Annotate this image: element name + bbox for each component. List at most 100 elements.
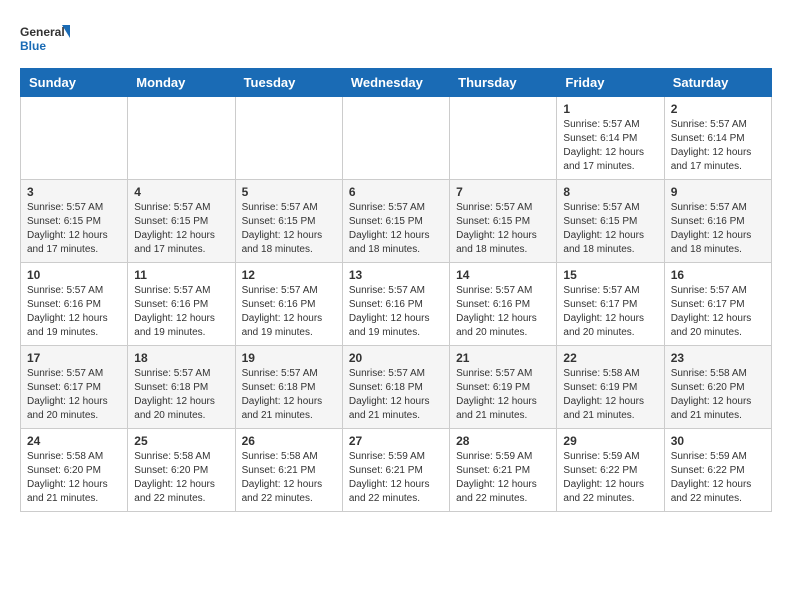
calendar-cell: 17 Sunrise: 5:57 AM Sunset: 6:17 PM Dayli… [21, 346, 128, 429]
calendar-cell: 29Sunrise: 5:59 AM Sunset: 6:22 PM Dayli… [557, 429, 664, 512]
day-number: 9 [671, 185, 765, 199]
day-info: Sunrise: 5:57 AM Sunset: 6:15 PM Dayligh… [563, 201, 657, 257]
day-info: Sunrise: 5:57 AM Sunset: 6:15 PM Dayligh… [134, 201, 228, 257]
calendar-cell: 23 Sunrise: 5:58 AM Sunset: 6:20 PM Dayli… [664, 346, 771, 429]
calendar-cell: 10Sunrise: 5:57 AM Sunset: 6:16 PM Dayli… [21, 263, 128, 346]
day-info: Sunrise: 5:57 AM Sunset: 6:18 PM Dayligh… [242, 367, 336, 423]
day-info: Sunrise: 5:58 AM Sunset: 6:21 PM Dayligh… [242, 450, 336, 506]
day-number: 16 [671, 268, 765, 282]
calendar-cell: 18 Sunrise: 5:57 AM Sunset: 6:18 PM Dayli… [128, 346, 235, 429]
calendar-cell: 8 Sunrise: 5:57 AM Sunset: 6:15 PM Daylig… [557, 180, 664, 263]
day-number: 2 [671, 102, 765, 116]
day-info: Sunrise: 5:57 AM Sunset: 6:14 PM Dayligh… [671, 118, 765, 174]
col-header-thursday: Thursday [450, 69, 557, 97]
day-number: 29 [563, 434, 657, 448]
calendar-cell: 20 Sunrise: 5:57 AM Sunset: 6:18 PM Dayli… [342, 346, 449, 429]
calendar-cell [342, 97, 449, 180]
day-number: 19 [242, 351, 336, 365]
day-number: 23 [671, 351, 765, 365]
col-header-wednesday: Wednesday [342, 69, 449, 97]
day-number: 14 [456, 268, 550, 282]
day-info: Sunrise: 5:57 AM Sunset: 6:18 PM Dayligh… [134, 367, 228, 423]
day-number: 4 [134, 185, 228, 199]
calendar-week-row: 10Sunrise: 5:57 AM Sunset: 6:16 PM Dayli… [21, 263, 772, 346]
calendar-cell: 27Sunrise: 5:59 AM Sunset: 6:21 PM Dayli… [342, 429, 449, 512]
calendar-cell: 21Sunrise: 5:57 AM Sunset: 6:19 PM Dayli… [450, 346, 557, 429]
calendar-week-row: 17 Sunrise: 5:57 AM Sunset: 6:17 PM Dayli… [21, 346, 772, 429]
day-info: Sunrise: 5:59 AM Sunset: 6:21 PM Dayligh… [349, 450, 443, 506]
page-header: General Blue [20, 20, 772, 58]
day-info: Sunrise: 5:57 AM Sunset: 6:17 PM Dayligh… [671, 284, 765, 340]
calendar-cell [450, 97, 557, 180]
calendar-cell: 3 Sunrise: 5:57 AM Sunset: 6:15 PM Daylig… [21, 180, 128, 263]
calendar-cell: 16 Sunrise: 5:57 AM Sunset: 6:17 PM Dayli… [664, 263, 771, 346]
day-number: 11 [134, 268, 228, 282]
day-info: Sunrise: 5:57 AM Sunset: 6:15 PM Dayligh… [349, 201, 443, 257]
day-number: 3 [27, 185, 121, 199]
day-info: Sunrise: 5:57 AM Sunset: 6:16 PM Dayligh… [242, 284, 336, 340]
day-number: 6 [349, 185, 443, 199]
day-number: 8 [563, 185, 657, 199]
calendar-week-row: 3 Sunrise: 5:57 AM Sunset: 6:15 PM Daylig… [21, 180, 772, 263]
calendar-cell: 4 Sunrise: 5:57 AM Sunset: 6:15 PM Daylig… [128, 180, 235, 263]
day-info: Sunrise: 5:57 AM Sunset: 6:19 PM Dayligh… [456, 367, 550, 423]
col-header-monday: Monday [128, 69, 235, 97]
calendar-cell: 7 Sunrise: 5:57 AM Sunset: 6:15 PM Daylig… [450, 180, 557, 263]
calendar-table: SundayMondayTuesdayWednesdayThursdayFrid… [20, 68, 772, 512]
calendar-cell [235, 97, 342, 180]
day-number: 25 [134, 434, 228, 448]
day-number: 18 [134, 351, 228, 365]
day-info: Sunrise: 5:57 AM Sunset: 6:18 PM Dayligh… [349, 367, 443, 423]
calendar-cell: 25Sunrise: 5:58 AM Sunset: 6:20 PM Dayli… [128, 429, 235, 512]
calendar-week-row: 1 Sunrise: 5:57 AM Sunset: 6:14 PM Daylig… [21, 97, 772, 180]
calendar-cell: 12Sunrise: 5:57 AM Sunset: 6:16 PM Dayli… [235, 263, 342, 346]
day-number: 28 [456, 434, 550, 448]
calendar-cell: 1Sunrise: 5:57 AM Sunset: 6:14 PM Daylig… [557, 97, 664, 180]
col-header-tuesday: Tuesday [235, 69, 342, 97]
day-number: 7 [456, 185, 550, 199]
calendar-header-row: SundayMondayTuesdayWednesdayThursdayFrid… [21, 69, 772, 97]
day-info: Sunrise: 5:57 AM Sunset: 6:16 PM Dayligh… [134, 284, 228, 340]
day-number: 26 [242, 434, 336, 448]
day-number: 1 [563, 102, 657, 116]
day-info: Sunrise: 5:57 AM Sunset: 6:16 PM Dayligh… [671, 201, 765, 257]
day-info: Sunrise: 5:57 AM Sunset: 6:15 PM Dayligh… [27, 201, 121, 257]
calendar-cell: 15 Sunrise: 5:57 AM Sunset: 6:17 PM Dayli… [557, 263, 664, 346]
day-number: 30 [671, 434, 765, 448]
calendar-cell: 13 Sunrise: 5:57 AM Sunset: 6:16 PM Dayli… [342, 263, 449, 346]
day-number: 22 [563, 351, 657, 365]
col-header-friday: Friday [557, 69, 664, 97]
day-info: Sunrise: 5:58 AM Sunset: 6:20 PM Dayligh… [671, 367, 765, 423]
calendar-cell: 2 Sunrise: 5:57 AM Sunset: 6:14 PM Daylig… [664, 97, 771, 180]
calendar-cell: 14 Sunrise: 5:57 AM Sunset: 6:16 PM Dayli… [450, 263, 557, 346]
calendar-cell: 6 Sunrise: 5:57 AM Sunset: 6:15 PM Daylig… [342, 180, 449, 263]
day-number: 20 [349, 351, 443, 365]
logo: General Blue [20, 20, 70, 58]
svg-text:General: General [20, 25, 65, 39]
day-number: 24 [27, 434, 121, 448]
day-info: Sunrise: 5:57 AM Sunset: 6:17 PM Dayligh… [563, 284, 657, 340]
calendar-cell: 22Sunrise: 5:58 AM Sunset: 6:19 PM Dayli… [557, 346, 664, 429]
day-info: Sunrise: 5:58 AM Sunset: 6:20 PM Dayligh… [27, 450, 121, 506]
logo-svg: General Blue [20, 20, 70, 58]
day-info: Sunrise: 5:57 AM Sunset: 6:16 PM Dayligh… [456, 284, 550, 340]
day-number: 13 [349, 268, 443, 282]
calendar-cell: 5 Sunrise: 5:57 AM Sunset: 6:15 PM Daylig… [235, 180, 342, 263]
day-info: Sunrise: 5:57 AM Sunset: 6:17 PM Dayligh… [27, 367, 121, 423]
day-info: Sunrise: 5:57 AM Sunset: 6:15 PM Dayligh… [456, 201, 550, 257]
day-info: Sunrise: 5:57 AM Sunset: 6:16 PM Dayligh… [27, 284, 121, 340]
col-header-saturday: Saturday [664, 69, 771, 97]
calendar-cell: 26 Sunrise: 5:58 AM Sunset: 6:21 PM Dayli… [235, 429, 342, 512]
day-number: 17 [27, 351, 121, 365]
day-info: Sunrise: 5:57 AM Sunset: 6:15 PM Dayligh… [242, 201, 336, 257]
calendar-week-row: 24 Sunrise: 5:58 AM Sunset: 6:20 PM Dayli… [21, 429, 772, 512]
calendar-cell: 11 Sunrise: 5:57 AM Sunset: 6:16 PM Dayli… [128, 263, 235, 346]
col-header-sunday: Sunday [21, 69, 128, 97]
day-number: 5 [242, 185, 336, 199]
calendar-cell [21, 97, 128, 180]
day-info: Sunrise: 5:57 AM Sunset: 6:16 PM Dayligh… [349, 284, 443, 340]
calendar-cell: 30Sunrise: 5:59 AM Sunset: 6:22 PM Dayli… [664, 429, 771, 512]
day-info: Sunrise: 5:59 AM Sunset: 6:21 PM Dayligh… [456, 450, 550, 506]
day-number: 15 [563, 268, 657, 282]
calendar-cell: 28 Sunrise: 5:59 AM Sunset: 6:21 PM Dayli… [450, 429, 557, 512]
